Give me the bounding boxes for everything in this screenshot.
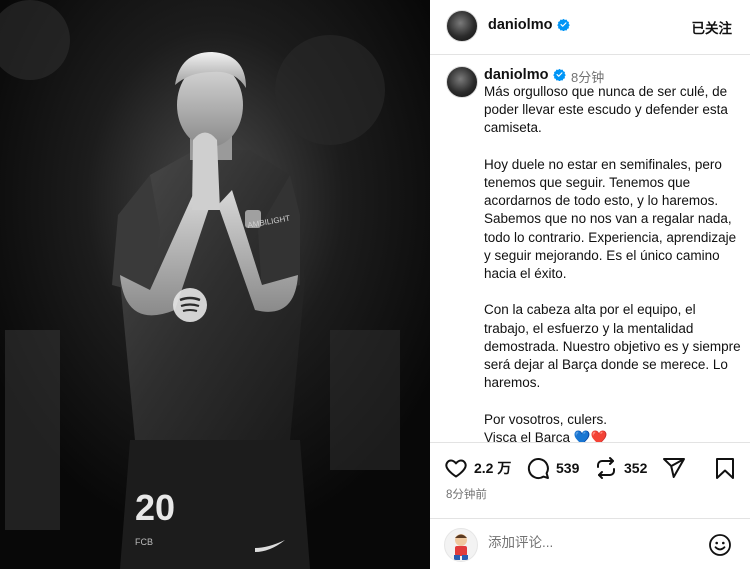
post-side-panel: daniolmo 已关注 daniolmo 8分钟 Más orgulloso …	[430, 0, 750, 569]
comment-input[interactable]	[488, 535, 688, 550]
like-group: 2.2 万	[444, 456, 511, 480]
author-avatar[interactable]	[446, 10, 478, 42]
repost-group: 352	[594, 456, 647, 480]
action-bar: 2.2 万 539 352	[430, 452, 750, 484]
viewer-avatar	[444, 528, 478, 562]
heart-icon[interactable]	[444, 456, 468, 480]
caption-paragraph: Más orgulloso que nunca de ser culé, de …	[484, 84, 728, 136]
jersey-number: 20	[135, 487, 175, 528]
caption-closing-line1: Por vosotros, culers.	[484, 411, 608, 427]
caption-author-username[interactable]: daniolmo	[484, 67, 548, 83]
emoji-icon[interactable]	[708, 533, 732, 557]
player-illustration: AMBILIGHT 20 FCB	[0, 0, 430, 569]
save-group	[714, 456, 736, 480]
repost-count[interactable]: 352	[624, 460, 647, 476]
divider	[430, 442, 750, 443]
caption-closing: Por vosotros, culers. Visca el Barça 💙❤️	[484, 411, 742, 442]
repost-icon[interactable]	[594, 456, 618, 480]
post-header: daniolmo 已关注	[430, 0, 750, 55]
club-crest-text: FCB	[135, 537, 153, 547]
caption-closing-text: Visca el Barça	[484, 429, 574, 442]
hearts-emoji: 💙❤️	[573, 429, 608, 442]
post-timestamp: 8分钟前	[446, 489, 487, 501]
comment-count[interactable]: 539	[556, 460, 579, 476]
post-photo[interactable]: AMBILIGHT 20 FCB	[0, 0, 430, 569]
like-count[interactable]: 2.2 万	[474, 458, 511, 478]
caption-author-avatar[interactable]	[446, 66, 478, 98]
caption-paragraph: Con la cabeza alta por el equipo, el tra…	[484, 302, 741, 391]
comment-composer	[430, 519, 750, 569]
caption-closing-line2: Visca el Barça 💙❤️	[484, 429, 742, 442]
following-button[interactable]: 已关注	[692, 17, 733, 37]
caption-text: Más orgulloso que nunca de ser culé, de …	[484, 83, 742, 442]
cartoon-avatar-icon	[454, 534, 468, 560]
author-username[interactable]: daniolmo	[488, 17, 552, 33]
comment-icon[interactable]	[526, 456, 550, 480]
comment-group: 539	[526, 456, 579, 480]
caption-paragraph: Hoy duele no estar en semifinales, pero …	[484, 156, 737, 282]
bookmark-icon[interactable]	[714, 456, 736, 480]
verified-badge-icon	[553, 68, 566, 81]
share-group	[662, 456, 686, 480]
caption-section: daniolmo 8分钟 Más orgulloso que nunca de …	[430, 55, 750, 442]
share-icon[interactable]	[662, 456, 686, 480]
verified-badge-icon	[557, 18, 570, 31]
